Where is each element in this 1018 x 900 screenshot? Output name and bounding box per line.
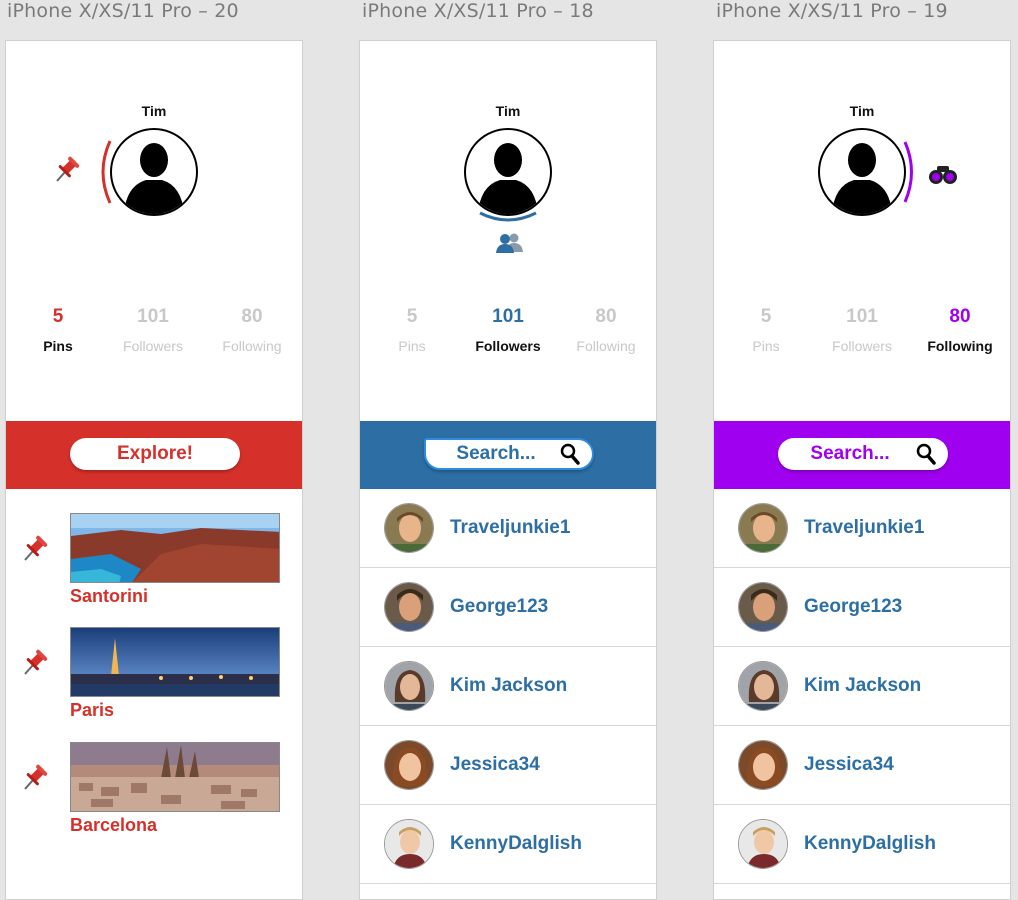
stat-followers-label: Followers [123,338,183,354]
user-avatar [384,740,434,790]
profile-name: Tim [141,103,167,119]
profile-avatar[interactable] [110,128,198,216]
user-name: KennyDalglish [450,833,582,854]
followers-list: Traveljunkie1 George123 Kim Jackson Jess… [360,489,656,884]
stat-pins-label: Pins [398,338,426,354]
user-name: KennyDalglish [804,833,936,854]
artboard-followers: Tim 5 Pins 101 Followers 80 Following Se… [359,40,657,900]
pushpin-icon [20,534,50,569]
search-input[interactable]: Search... [424,438,594,470]
stat-following[interactable]: 80 Following [561,306,651,354]
place-name: Barcelona [70,815,158,835]
pushpin-icon [20,648,50,683]
stat-following-value: 80 [241,306,263,327]
stat-pins[interactable]: 5 Pins [367,306,457,354]
place-photo-paris[interactable] [70,627,280,697]
stat-followers[interactable]: 101 Followers [108,306,198,354]
active-indicator-arc [479,211,537,222]
user-name: George123 [804,596,903,617]
artboard-following: Tim 5 Pins 101 Followers 80 Following Se… [713,40,1011,900]
stat-pins[interactable]: 5 Pins [721,306,811,354]
profile-name: Tim [849,103,875,119]
pushpin-icon [20,763,50,798]
place-name: Paris [70,700,115,720]
profile-avatar[interactable] [818,128,906,216]
search-band: Search... [714,421,1010,489]
stat-followers[interactable]: 101 Followers [817,306,907,354]
stat-followers-label: Followers [832,338,892,354]
artboard-label: iPhone X/XS/11 Pro – 19 [716,0,948,22]
stat-followers-label: Followers [475,338,541,354]
profile-avatar[interactable] [464,128,552,216]
stat-pins-label: Pins [43,338,73,354]
user-avatar [384,582,434,632]
stat-following-label: Following [222,338,282,354]
stat-followers[interactable]: 101 Followers [463,306,553,354]
user-avatar [738,819,788,869]
user-avatar [738,582,788,632]
stat-followers-value: 101 [492,306,524,327]
stat-following-label: Following [576,338,636,354]
stat-following[interactable]: 80 Following [915,306,1005,354]
pushpin-icon [52,155,82,190]
magnifier-icon[interactable] [560,443,580,474]
list-item[interactable]: Traveljunkie1 [360,489,656,568]
explore-band: Explore! [6,421,302,489]
stat-following-label: Following [927,338,993,354]
list-item[interactable]: George123 [714,568,1010,647]
list-item[interactable]: KennyDalglish [714,805,1010,884]
stat-pins[interactable]: 5 Pins [13,306,103,354]
magnifier-icon[interactable] [916,443,936,476]
user-name: Traveljunkie1 [804,517,925,538]
user-name: Kim Jackson [804,675,922,696]
user-avatar [738,503,788,553]
place-photo-barcelona[interactable] [70,742,280,812]
list-item[interactable]: Jessica34 [714,726,1010,805]
active-indicator-arc [903,141,913,203]
search-placeholder: Search... [456,443,536,464]
artboard-label: iPhone X/XS/11 Pro – 18 [362,0,594,22]
artboard-label: iPhone X/XS/11 Pro – 20 [7,0,239,22]
stat-following-value: 80 [949,306,971,327]
list-item[interactable]: Kim Jackson [360,647,656,726]
user-name: Kim Jackson [450,675,568,696]
user-name: Jessica34 [804,754,894,775]
stat-pins-value: 5 [52,306,64,327]
user-avatar [738,740,788,790]
search-placeholder: Search... [810,443,890,464]
search-band: Search... [360,421,656,489]
list-item[interactable]: Kim Jackson [714,647,1010,726]
binoculars-icon [928,163,958,190]
users-icon [496,232,524,259]
stat-following-value: 80 [595,306,617,327]
place-item[interactable]: Barcelona [6,742,302,852]
profile-name: Tim [495,103,521,119]
place-item[interactable]: Paris [6,627,302,737]
place-name: Santorini [70,586,149,606]
stat-pins-label: Pins [752,338,780,354]
place-item[interactable]: Santorini [6,513,302,623]
stat-following[interactable]: 80 Following [207,306,297,354]
artboard-pins: Tim 5 Pins 101 Followers 80 Following Ex… [5,40,303,900]
stat-pins-value: 5 [406,306,418,327]
explore-button[interactable]: Explore! [70,438,240,470]
list-item[interactable]: George123 [360,568,656,647]
stat-followers-value: 101 [137,306,169,327]
user-avatar [384,661,434,711]
user-avatar [384,819,434,869]
search-input[interactable]: Search... [778,438,948,470]
following-list: Traveljunkie1 George123 Kim Jackson Jess… [714,489,1010,884]
user-avatar [738,661,788,711]
user-name: George123 [450,596,549,617]
list-item[interactable]: Traveljunkie1 [714,489,1010,568]
user-name: Jessica34 [450,754,540,775]
user-avatar [384,503,434,553]
stat-followers-value: 101 [846,306,878,327]
list-item[interactable]: Jessica34 [360,726,656,805]
place-photo-santorini[interactable] [70,513,280,583]
user-name: Traveljunkie1 [450,517,571,538]
list-item[interactable]: KennyDalglish [360,805,656,884]
stat-pins-value: 5 [760,306,772,327]
